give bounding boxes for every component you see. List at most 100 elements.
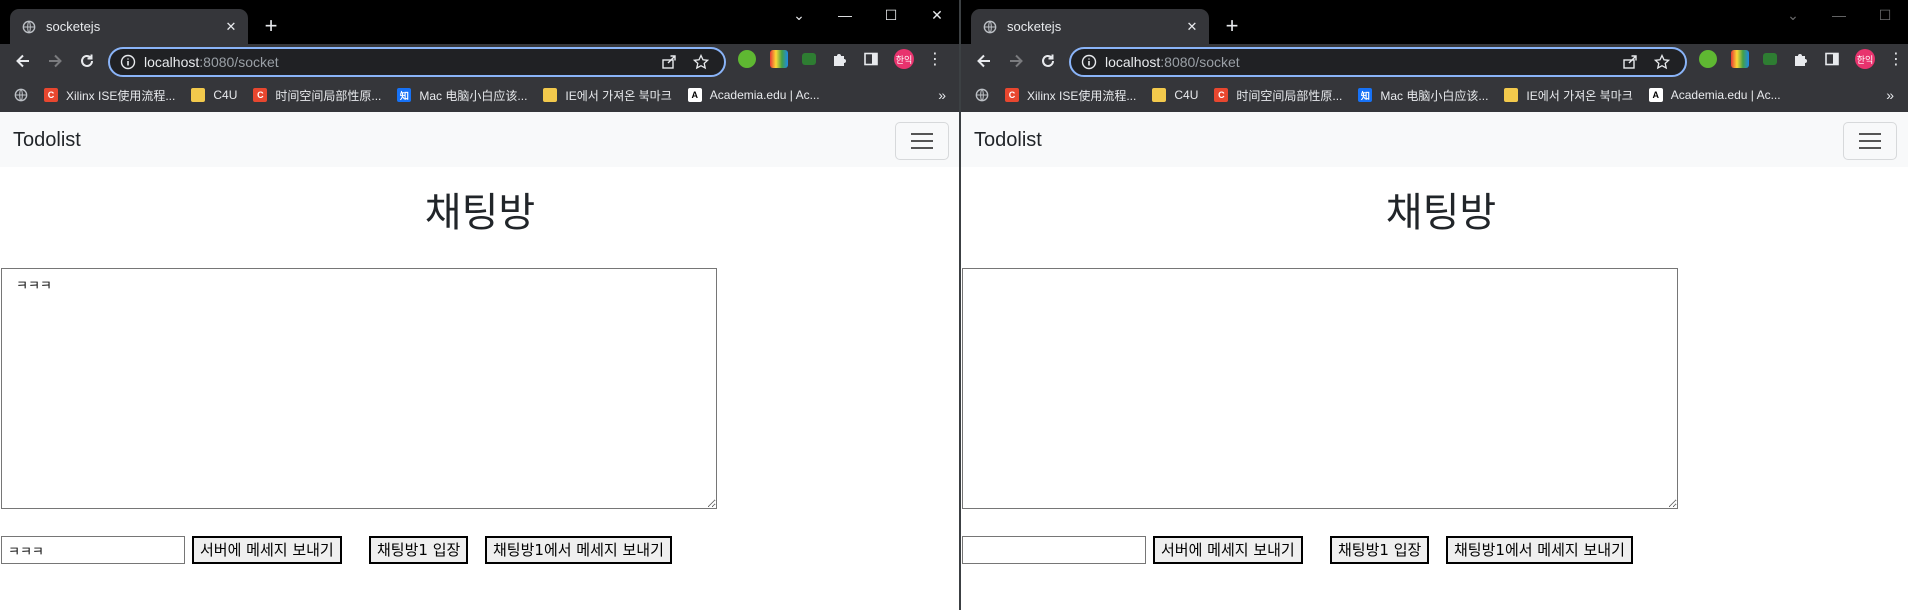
extension-colors-icon[interactable] bbox=[1731, 50, 1749, 68]
bookmark-label: Academia.edu | Ac... bbox=[709, 88, 820, 102]
send-room-button[interactable]: 채팅방1에서 메세지 보내기 bbox=[485, 536, 672, 564]
navbar: Todolist bbox=[961, 112, 1908, 167]
tab-strip: socketejs ✕ + ⌄ — ☐ ✕ bbox=[0, 0, 960, 44]
bookmark-label: C4U bbox=[1174, 88, 1199, 102]
bookmark-label: 时间空间局部性原... bbox=[1236, 88, 1343, 103]
side-panel-icon[interactable] bbox=[862, 50, 880, 68]
forward-icon[interactable] bbox=[1003, 48, 1029, 74]
tab-search-icon[interactable]: ⌄ bbox=[776, 0, 822, 30]
window-controls: ⌄ — ☐ bbox=[1770, 0, 1908, 30]
browser-toolbar: localhost:8080/socket 한익 ⋮ bbox=[961, 44, 1908, 78]
menu-kebab-icon[interactable]: ⋮ bbox=[926, 50, 944, 68]
bookmark-folder[interactable]: IE에서 가져온 북마크 bbox=[543, 87, 672, 104]
new-tab-button[interactable]: + bbox=[1219, 13, 1245, 39]
page-title: 채팅방 bbox=[424, 191, 536, 235]
tab-search-icon[interactable]: ⌄ bbox=[1770, 0, 1816, 30]
bookmark-item[interactable]: C Xilinx ISE使用流程... bbox=[1005, 87, 1136, 104]
bookmark-item[interactable]: C 时间空间局部性原... bbox=[253, 87, 381, 104]
close-tab-icon[interactable]: ✕ bbox=[220, 16, 242, 38]
bookmark-label: IE에서 가져온 북마크 bbox=[565, 88, 672, 103]
bookmark-item[interactable]: A Academia.edu | Ac... bbox=[687, 88, 820, 102]
profile-avatar[interactable]: 한익 bbox=[1855, 49, 1875, 69]
bookmarks-bar: C Xilinx ISE使用流程... C4U C 时间空间局部性原... 知 Mac… bbox=[0, 78, 960, 112]
bookmark-item[interactable]: C Xilinx ISE使用流程... bbox=[44, 87, 175, 104]
close-tab-icon[interactable]: ✕ bbox=[1181, 16, 1203, 38]
navbar-brand[interactable]: Todolist bbox=[974, 129, 1042, 152]
globe-icon bbox=[22, 20, 36, 33]
site-info-icon[interactable] bbox=[1081, 54, 1097, 70]
tab-title: socketejs bbox=[1007, 19, 1062, 34]
address-bar[interactable]: localhost:8080/socket bbox=[1069, 47, 1687, 77]
bookmark-star-icon[interactable] bbox=[692, 53, 710, 71]
address-bar[interactable]: localhost:8080/socket bbox=[108, 47, 726, 77]
minimize-button[interactable]: — bbox=[1816, 0, 1862, 30]
new-tab-button[interactable]: + bbox=[258, 13, 284, 39]
navbar-toggler-button[interactable] bbox=[1843, 122, 1897, 160]
extension-badge-icon[interactable] bbox=[802, 53, 816, 65]
join-room-button[interactable]: 채팅방1 입장 bbox=[1330, 536, 1430, 564]
message-input[interactable] bbox=[1, 536, 185, 564]
chat-log-textarea[interactable] bbox=[962, 268, 1678, 509]
back-icon[interactable] bbox=[971, 48, 997, 74]
chat-log-textarea[interactable]: ㅋㅋㅋ bbox=[1, 268, 717, 509]
bookmark-item[interactable]: 知 Mac 电脑小白应该... bbox=[1358, 87, 1488, 104]
bookmark-folder[interactable]: C4U bbox=[1152, 88, 1198, 102]
puzzle-icon[interactable] bbox=[830, 50, 848, 68]
globe-icon bbox=[983, 20, 997, 33]
tab-socketejs[interactable]: socketejs ✕ bbox=[971, 9, 1209, 44]
extension-badge-icon[interactable] bbox=[1763, 53, 1777, 65]
extensions-bar: 한익 ⋮ bbox=[738, 49, 958, 69]
reload-icon[interactable] bbox=[74, 48, 100, 74]
bookmark-folder[interactable]: C4U bbox=[191, 88, 237, 102]
bookmark-label: Mac 电脑小白应该... bbox=[419, 88, 528, 103]
send-server-button[interactable]: 서버에 메세지 보내기 bbox=[1153, 536, 1303, 564]
bookmark-item[interactable]: C 时间空间局部性原... bbox=[1214, 87, 1342, 104]
url-path: :8080/socket bbox=[1160, 54, 1240, 70]
browser-toolbar: localhost:8080/socket 한익 ⋮ bbox=[0, 44, 960, 78]
url-host: localhost bbox=[144, 54, 200, 70]
send-room-button[interactable]: 채팅방1에서 메세지 보내기 bbox=[1446, 536, 1633, 564]
forward-icon[interactable] bbox=[42, 48, 68, 74]
navbar-brand[interactable]: Todolist bbox=[13, 129, 81, 152]
apps-globe-icon[interactable] bbox=[14, 88, 28, 102]
send-server-button[interactable]: 서버에 메세지 보내기 bbox=[192, 536, 342, 564]
share-icon[interactable] bbox=[1621, 53, 1639, 71]
tab-title: socketejs bbox=[46, 19, 101, 34]
more-bookmarks-icon[interactable]: » bbox=[1886, 87, 1894, 103]
message-input[interactable] bbox=[962, 536, 1146, 564]
apps-globe-icon[interactable] bbox=[975, 88, 989, 102]
csdn-icon: C bbox=[1214, 88, 1229, 102]
academia-icon: A bbox=[1648, 88, 1663, 102]
folder-icon bbox=[1152, 88, 1167, 102]
close-window-button[interactable]: ✕ bbox=[914, 0, 960, 30]
navbar-toggler-button[interactable] bbox=[895, 122, 949, 160]
join-room-button[interactable]: 채팅방1 입장 bbox=[369, 536, 469, 564]
profile-avatar[interactable]: 한익 bbox=[894, 49, 914, 69]
tab-strip: socketejs ✕ + ⌄ — ☐ bbox=[961, 0, 1908, 44]
bookmark-label: Academia.edu | Ac... bbox=[1670, 88, 1781, 102]
bookmark-label: IE에서 가져온 북마크 bbox=[1526, 88, 1633, 103]
url-host: localhost bbox=[1105, 54, 1161, 70]
maximize-button[interactable]: ☐ bbox=[868, 0, 914, 30]
minimize-button[interactable]: — bbox=[822, 0, 868, 30]
share-icon[interactable] bbox=[660, 53, 678, 71]
site-info-icon[interactable] bbox=[120, 54, 136, 70]
bookmark-item[interactable]: A Academia.edu | Ac... bbox=[1648, 88, 1781, 102]
extensions-bar: 한익 ⋮ bbox=[1699, 49, 1908, 69]
bookmark-folder[interactable]: IE에서 가져온 북마크 bbox=[1504, 87, 1633, 104]
side-panel-icon[interactable] bbox=[1823, 50, 1841, 68]
more-bookmarks-icon[interactable]: » bbox=[938, 87, 946, 103]
extension-green-icon[interactable] bbox=[1699, 50, 1717, 68]
maximize-button[interactable]: ☐ bbox=[1862, 0, 1908, 30]
extension-green-icon[interactable] bbox=[738, 50, 756, 68]
back-icon[interactable] bbox=[10, 48, 36, 74]
bookmark-star-icon[interactable] bbox=[1653, 53, 1671, 71]
tab-socketejs[interactable]: socketejs ✕ bbox=[10, 9, 248, 44]
browser-window-left: socketejs ✕ + ⌄ — ☐ ✕ localhost:8080/soc… bbox=[0, 0, 960, 610]
page-title: 채팅방 bbox=[1385, 191, 1497, 235]
bookmark-item[interactable]: 知 Mac 电脑小白应该... bbox=[397, 87, 527, 104]
menu-kebab-icon[interactable]: ⋮ bbox=[1887, 50, 1905, 68]
reload-icon[interactable] bbox=[1035, 48, 1061, 74]
extension-colors-icon[interactable] bbox=[770, 50, 788, 68]
puzzle-icon[interactable] bbox=[1791, 50, 1809, 68]
